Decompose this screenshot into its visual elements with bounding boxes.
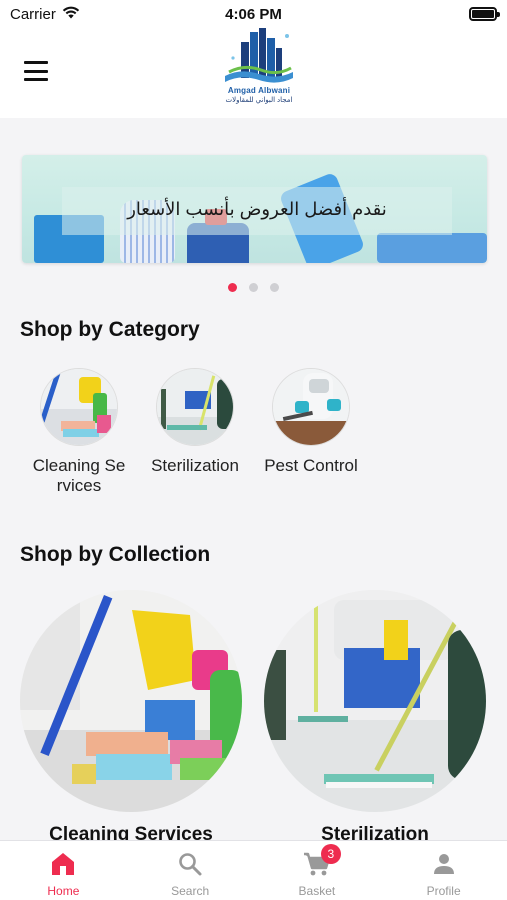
person-icon: [433, 854, 454, 874]
collection-sterilization[interactable]: Sterilization: [264, 590, 486, 846]
carousel-dot-3[interactable]: [270, 283, 279, 292]
status-bar: Carrier 4:06 PM: [0, 0, 507, 28]
category-image: [40, 368, 118, 446]
app-screen: Carrier 4:06 PM Amgad Albwani امجاد البو…: [0, 0, 507, 900]
carousel-pagination: [0, 283, 507, 292]
category-section-title: Shop by Category: [20, 318, 200, 341]
carousel-dot-2[interactable]: [249, 283, 258, 292]
promo-banner[interactable]: نقدم أفضل العروض بأنسب الأسعار: [22, 155, 487, 263]
category-image: [156, 368, 234, 446]
wifi-icon: [62, 6, 80, 23]
basket-count-badge: 3: [320, 844, 341, 864]
tab-label: Basket: [298, 884, 336, 898]
banner-text: نقدم أفضل العروض بأنسب الأسعار: [127, 199, 387, 219]
tab-home[interactable]: Home: [13, 850, 113, 898]
category-label: Sterilization: [151, 456, 239, 475]
bottom-tab-bar: Home Search 3 Basket Profile: [0, 840, 507, 900]
hamburger-menu-button[interactable]: [24, 61, 48, 81]
category-label: Pest Control: [264, 456, 358, 475]
category-image: [272, 368, 350, 446]
collection-list: Cleaning Services Sterilization: [20, 590, 507, 846]
collection-image: [264, 590, 486, 812]
search-icon: [179, 853, 202, 876]
collection-section-title: Shop by Collection: [20, 543, 211, 566]
brand-logo[interactable]: Amgad Albwani امجاد البواني للمقاولات: [214, 28, 304, 116]
brand-name-ar: امجاد البواني للمقاولات: [225, 97, 293, 104]
collection-cleaning-services[interactable]: Cleaning Services: [20, 590, 242, 846]
category-label: Cleaning Services: [32, 456, 126, 495]
category-sterilization[interactable]: Sterilization: [144, 368, 246, 496]
brand-name-en: Amgad Albwani: [227, 86, 291, 95]
tab-label: Home: [47, 884, 80, 898]
carousel-dot-1[interactable]: [228, 283, 237, 292]
tab-label: Profile: [426, 884, 461, 898]
collection-image: [20, 590, 242, 812]
carrier-info: Carrier: [10, 6, 80, 23]
tab-label: Search: [171, 884, 210, 898]
tab-profile[interactable]: Profile: [394, 850, 494, 898]
category-list: Cleaning Services Sterilization Pest Con…: [28, 368, 362, 496]
banner-cloth-graphic: [377, 233, 487, 263]
home-icon: [52, 853, 75, 875]
category-pest-control[interactable]: Pest Control: [260, 368, 362, 496]
tab-basket[interactable]: 3 Basket: [267, 844, 367, 898]
tab-search[interactable]: Search: [140, 850, 240, 898]
carrier-label: Carrier: [10, 5, 56, 23]
battery-icon: [469, 7, 500, 21]
buildings-logo-icon: [225, 28, 293, 83]
category-cleaning-services[interactable]: Cleaning Services: [28, 368, 130, 496]
app-header: Amgad Albwani امجاد البواني للمقاولات: [0, 28, 507, 118]
